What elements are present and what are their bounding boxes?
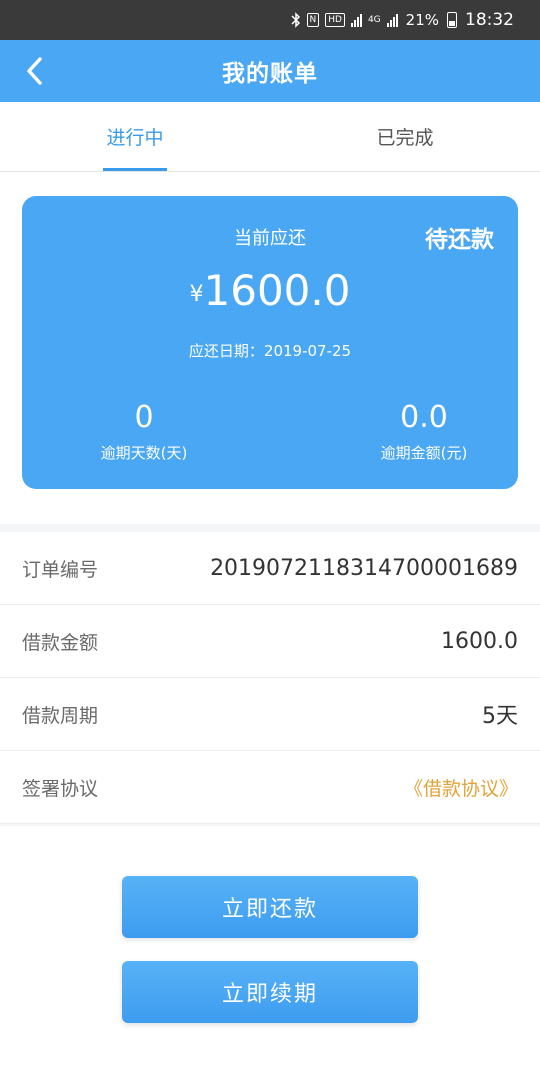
status-icons: N HD 4G — [290, 12, 398, 28]
loan-amount-value: 1600.0 — [441, 628, 518, 654]
due-date-label: 应还日期： — [188, 342, 264, 360]
battery-percent: 21% — [405, 11, 439, 29]
tab-bar: 进行中 已完成 — [0, 102, 540, 172]
due-amount: ¥1600.0 — [22, 266, 518, 315]
order-details: 订单编号 20190721183147000016​89 借款金额 1600.0… — [0, 532, 540, 824]
overdue-days: 0 逾期天数(天) — [44, 400, 244, 463]
signal-icon — [350, 13, 362, 27]
agreement-label: 签署协议 — [22, 777, 99, 800]
order-number-row: 订单编号 20190721183147000016​89 — [0, 532, 540, 605]
bluetooth-icon — [290, 12, 301, 28]
loan-amount-label: 借款金额 — [22, 631, 99, 654]
overdue-amount-label: 逾期金额(元) — [380, 444, 468, 462]
nfc-icon: N — [306, 13, 320, 27]
agreement-row: 签署协议 《借款协议》 — [0, 751, 540, 824]
action-area: 立即还款 立即续期 — [0, 826, 540, 1080]
overdue-days-label: 逾期天数(天) — [100, 444, 188, 462]
signal-icon — [386, 13, 398, 27]
clock: 18:32 — [465, 10, 514, 30]
hd-icon: HD — [325, 13, 345, 27]
order-number-value: 20190721183147000016​89 — [210, 555, 518, 581]
battery-icon — [447, 12, 457, 28]
page-title: 我的账单 — [222, 61, 318, 87]
nav-bar: 我的账单 — [0, 40, 540, 102]
repay-now-button[interactable]: 立即还款 — [122, 876, 418, 938]
bill-card-section: 当前应还 待还款 ¥1600.0 应还日期：2019-07-25 0 逾期天数(… — [0, 172, 540, 524]
loan-period-row: 借款周期 5天 — [0, 678, 540, 751]
status-badge: 待还款 — [425, 227, 494, 253]
due-date: 应还日期：2019-07-25 — [22, 340, 518, 361]
overdue-days-value: 0 — [134, 400, 154, 435]
status-bar: N HD 4G 21% 18:32 — [0, 0, 540, 40]
4g-icon: 4G — [367, 15, 381, 25]
overdue-amount: 0.0 逾期金额(元) — [324, 400, 524, 463]
loan-amount-row: 借款金额 1600.0 — [0, 605, 540, 678]
loan-period-label: 借款周期 — [22, 704, 99, 727]
back-button[interactable] — [14, 49, 54, 93]
chevron-left-icon — [27, 57, 42, 85]
amount-value: 1600.0 — [203, 266, 351, 315]
tab-completed[interactable]: 已完成 — [270, 102, 540, 171]
currency-symbol: ¥ — [189, 282, 204, 307]
due-date-value: 2019-07-25 — [263, 342, 352, 360]
renew-now-button[interactable]: 立即续期 — [122, 961, 418, 1023]
bill-card: 当前应还 待还款 ¥1600.0 应还日期：2019-07-25 0 逾期天数(… — [22, 196, 518, 489]
order-number-label: 订单编号 — [22, 558, 99, 581]
loan-period-value: 5天 — [482, 704, 518, 729]
loan-agreement-link[interactable]: 《借款协议》 — [404, 774, 518, 801]
tab-in-progress[interactable]: 进行中 — [0, 102, 270, 171]
overdue-amount-value: 0.0 — [400, 400, 448, 435]
